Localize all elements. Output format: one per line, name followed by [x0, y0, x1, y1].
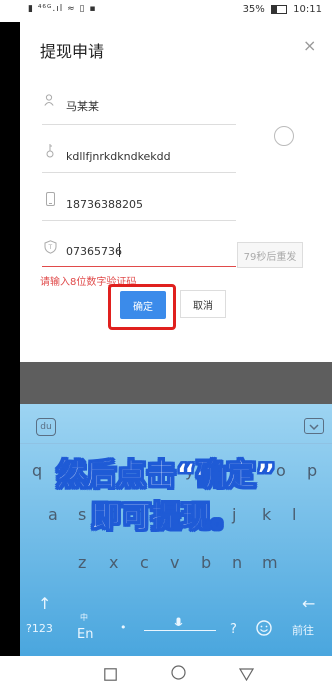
space-dot: •	[120, 621, 127, 634]
error-underline	[42, 266, 236, 267]
numbers-key[interactable]: ?123	[26, 622, 53, 635]
phone-field[interactable]: 18736388205	[66, 198, 143, 211]
resend-button[interactable]: 79秒后重发	[237, 242, 303, 268]
go-key[interactable]: 前往	[292, 622, 314, 638]
svg-text:T: T	[48, 244, 53, 251]
mic-icon[interactable]	[174, 615, 183, 634]
baidu-logo[interactable]: du	[36, 418, 56, 436]
lang-switch-key[interactable]: En	[77, 627, 93, 642]
divider	[42, 220, 236, 221]
status-bar: ▮ ⁴⁶ᴳ.ıl ≈ ▯ ▪ 35% 10:11	[0, 0, 332, 22]
question-key[interactable]: ?	[230, 622, 237, 637]
account-field[interactable]: kdllfjnrkdkndkekdd	[66, 150, 171, 163]
battery-percent: 35%	[242, 4, 265, 15]
key-x[interactable]: x	[109, 553, 118, 572]
radio-button[interactable]	[274, 126, 294, 146]
battery-icon	[270, 4, 287, 14]
navigation-bar	[0, 656, 332, 689]
status-right: 35% 10:11	[243, 4, 322, 15]
collapse-keyboard-icon[interactable]	[304, 418, 324, 434]
caption-line-2: 即可提现。	[91, 500, 242, 536]
key-m[interactable]: m	[262, 553, 278, 572]
caption-line-1: 然后点击“确定”	[56, 458, 276, 494]
status-icons: ▮ ⁴⁶ᴳ.ıl ≈ ▯ ▪	[28, 4, 97, 14]
dialog-title: 提现申请	[40, 42, 105, 61]
back-icon[interactable]	[238, 666, 255, 685]
backspace-icon[interactable]: ←	[302, 594, 315, 613]
divider	[42, 172, 236, 173]
close-icon[interactable]: ×	[303, 36, 316, 55]
divider	[20, 443, 332, 444]
shift-icon[interactable]: ↑	[38, 594, 51, 613]
cancel-button[interactable]: 取消	[180, 290, 226, 318]
recent-apps-icon[interactable]	[104, 666, 117, 685]
clock: 10:11	[293, 4, 322, 15]
text-cursor	[119, 243, 120, 257]
left-edge	[0, 22, 20, 402]
divider	[42, 124, 236, 125]
key-v[interactable]: v	[170, 553, 179, 572]
key-b[interactable]: b	[201, 553, 211, 572]
name-field[interactable]: 马某某	[66, 98, 99, 114]
highlight-box	[108, 284, 176, 330]
withdraw-dialog: 提现申请 × 马某某 kdllfjnrkdkndkekdd 1873638820…	[20, 22, 332, 362]
shield-icon: T	[44, 240, 57, 257]
key-icon	[46, 144, 54, 161]
emoji-icon[interactable]	[256, 620, 272, 640]
key-c[interactable]: c	[140, 553, 149, 572]
code-field[interactable]: 07365736	[66, 245, 122, 258]
home-icon[interactable]	[171, 665, 186, 684]
key-z[interactable]: z	[78, 553, 86, 572]
lang-chinese-label: 中	[80, 613, 88, 622]
phone-icon	[46, 192, 55, 209]
key-n[interactable]: n	[232, 553, 242, 572]
tutorial-caption: 然后点击“确定” 即可提现。	[0, 455, 332, 539]
background-overlay	[20, 362, 332, 404]
user-icon	[44, 94, 54, 109]
